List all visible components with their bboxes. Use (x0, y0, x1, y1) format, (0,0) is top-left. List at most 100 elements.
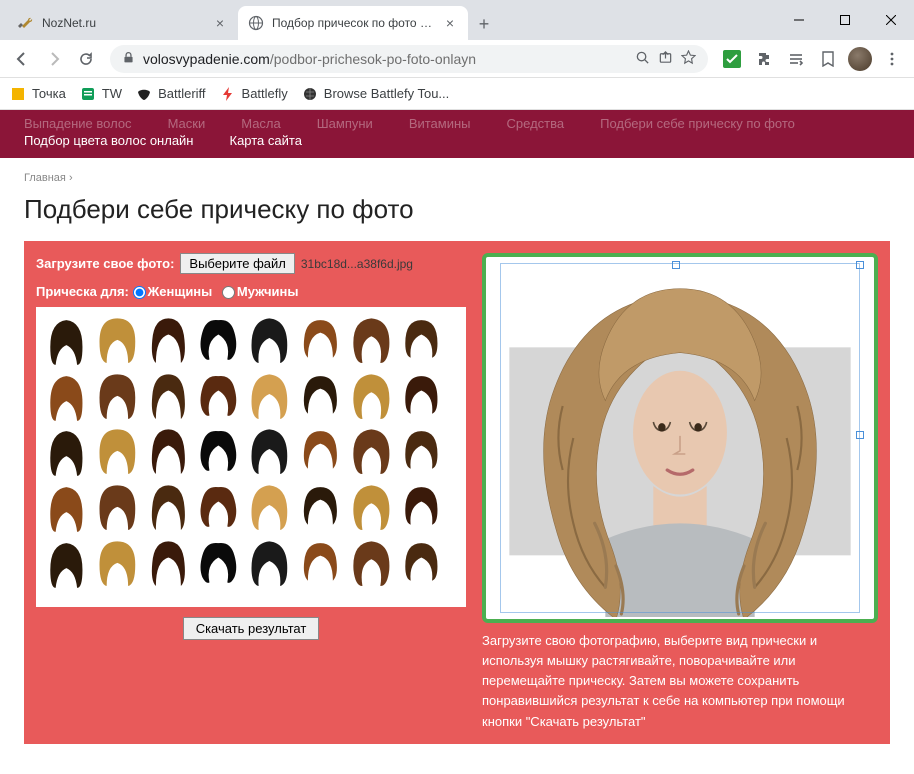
hairstyle-thumb[interactable] (397, 480, 446, 534)
hairstyle-thumb[interactable] (397, 536, 446, 590)
bookmark-tochka[interactable]: Точка (10, 86, 66, 102)
url-text: volosvypadenie.com/podbor-prichesok-po-f… (143, 51, 627, 67)
forward-button[interactable] (40, 45, 68, 73)
search-icon[interactable] (635, 50, 650, 68)
hairstyle-thumb[interactable] (42, 313, 91, 367)
star-icon[interactable] (681, 50, 696, 68)
hairstyle-thumb[interactable] (93, 369, 142, 423)
hairstyle-thumb[interactable] (296, 313, 345, 367)
browser-toolbar: volosvypadenie.com/podbor-prichesok-po-f… (0, 40, 914, 78)
extensions-icon[interactable] (750, 45, 778, 73)
tab-noznet[interactable]: NozNet.ru × (8, 6, 238, 40)
hairstyle-thumb[interactable] (296, 424, 345, 478)
hairstyle-thumb[interactable] (347, 480, 396, 534)
nav-item[interactable]: Выпадение волос (24, 116, 132, 131)
hairstyle-thumb[interactable] (194, 313, 243, 367)
hairstyle-thumb[interactable] (194, 369, 243, 423)
minimize-button[interactable] (776, 5, 822, 35)
hairstyle-thumb[interactable] (347, 424, 396, 478)
bookmark-battlefly[interactable]: Battlefly (220, 86, 288, 102)
gender-label: Прическа для: (36, 284, 129, 299)
gender-men-radio[interactable] (222, 286, 235, 299)
profile-avatar[interactable] (846, 45, 874, 73)
download-button[interactable]: Скачать результат (183, 617, 320, 640)
new-tab-button[interactable]: + (470, 10, 498, 38)
tabs-row: NozNet.ru × Подбор причесок по фото онла… (0, 6, 776, 40)
selection-outline (500, 263, 860, 613)
hairstyle-thumb[interactable] (144, 536, 193, 590)
site-nav: Выпадение волос Маски Масла Шампуни Вита… (0, 110, 914, 158)
nav-item[interactable]: Средства (507, 116, 565, 131)
share-icon[interactable] (658, 50, 673, 68)
tab-title: NozNet.ru (42, 16, 204, 30)
menu-icon[interactable] (878, 45, 906, 73)
square-yellow-icon (10, 86, 26, 102)
bookmark-battlefy[interactable]: Browse Battlefy Tou... (302, 86, 450, 102)
gender-women-radio[interactable] (133, 286, 146, 299)
hairstyle-thumb[interactable] (245, 480, 294, 534)
bookmark-icon[interactable] (814, 45, 842, 73)
hairstyle-thumb[interactable] (42, 424, 91, 478)
hairstyle-thumb[interactable] (144, 313, 193, 367)
hairstyle-thumb[interactable] (144, 369, 193, 423)
reading-list-icon[interactable] (782, 45, 810, 73)
hairstyle-thumb[interactable] (245, 536, 294, 590)
gender-men-label[interactable]: Мужчины (237, 284, 299, 299)
nav-item[interactable]: Карта сайта (230, 133, 302, 148)
bookmarks-bar: Точка TW Battleriff Battlefly Browse Bat… (0, 78, 914, 110)
right-column: Загрузите свою фотографию, выберите вид … (482, 253, 878, 732)
nav-item[interactable]: Масла (241, 116, 281, 131)
hairstyle-thumb[interactable] (245, 369, 294, 423)
hairstyle-grid[interactable] (36, 307, 452, 607)
nav-item[interactable]: Шампуни (317, 116, 373, 131)
wrench-icon (18, 15, 34, 31)
file-name: 31bc18d...a38f6d.jpg (301, 257, 413, 271)
hairstyle-thumb[interactable] (194, 424, 243, 478)
nav-item[interactable]: Витамины (409, 116, 471, 131)
hairstyle-thumb[interactable] (93, 424, 142, 478)
close-icon[interactable]: × (212, 15, 228, 31)
hairstyle-thumb[interactable] (397, 313, 446, 367)
hairstyle-thumb[interactable] (93, 480, 142, 534)
instructions-text: Загрузите свою фотографию, выберите вид … (482, 631, 878, 732)
window-controls (776, 0, 914, 40)
hairstyle-thumb[interactable] (194, 536, 243, 590)
hairstyle-thumb[interactable] (347, 536, 396, 590)
hairstyle-thumb[interactable] (296, 480, 345, 534)
hairstyle-thumb[interactable] (42, 536, 91, 590)
reload-button[interactable] (72, 45, 100, 73)
choose-file-button[interactable]: Выберите файл (180, 253, 294, 274)
gender-women-label[interactable]: Женщины (148, 284, 213, 299)
globe-dark-icon (302, 86, 318, 102)
nav-item[interactable]: Маски (168, 116, 206, 131)
hairstyle-thumb[interactable] (42, 369, 91, 423)
hairstyle-thumb[interactable] (347, 369, 396, 423)
hairstyle-thumb[interactable] (245, 313, 294, 367)
hairstyle-thumb[interactable] (296, 536, 345, 590)
hairstyle-thumb[interactable] (347, 313, 396, 367)
tool-panel: Загрузите свое фото: Выберите файл 31bc1… (24, 241, 890, 744)
hairstyle-thumb[interactable] (397, 424, 446, 478)
address-bar[interactable]: volosvypadenie.com/podbor-prichesok-po-f… (110, 45, 708, 73)
hairstyle-thumb[interactable] (42, 480, 91, 534)
bookmark-battleriff[interactable]: Battleriff (136, 86, 205, 102)
hairstyle-thumb[interactable] (144, 424, 193, 478)
hairstyle-thumb[interactable] (245, 424, 294, 478)
bookmark-tw[interactable]: TW (80, 86, 122, 102)
extension-check-icon[interactable] (718, 45, 746, 73)
preview-box[interactable] (482, 253, 878, 623)
close-icon[interactable]: × (442, 15, 458, 31)
nav-item[interactable]: Подбери себе прическу по фото (600, 116, 795, 131)
breadcrumb-home[interactable]: Главная (24, 172, 66, 184)
nav-item[interactable]: Подбор цвета волос онлайн (24, 133, 194, 148)
hairstyle-thumb[interactable] (296, 369, 345, 423)
hairstyle-thumb[interactable] (144, 480, 193, 534)
hairstyle-thumb[interactable] (397, 369, 446, 423)
hairstyle-thumb[interactable] (194, 480, 243, 534)
hairstyle-thumb[interactable] (93, 313, 142, 367)
back-button[interactable] (8, 45, 36, 73)
close-window-button[interactable] (868, 5, 914, 35)
tab-hairstyle[interactable]: Подбор причесок по фото онла × (238, 6, 468, 40)
hairstyle-thumb[interactable] (93, 536, 142, 590)
maximize-button[interactable] (822, 5, 868, 35)
